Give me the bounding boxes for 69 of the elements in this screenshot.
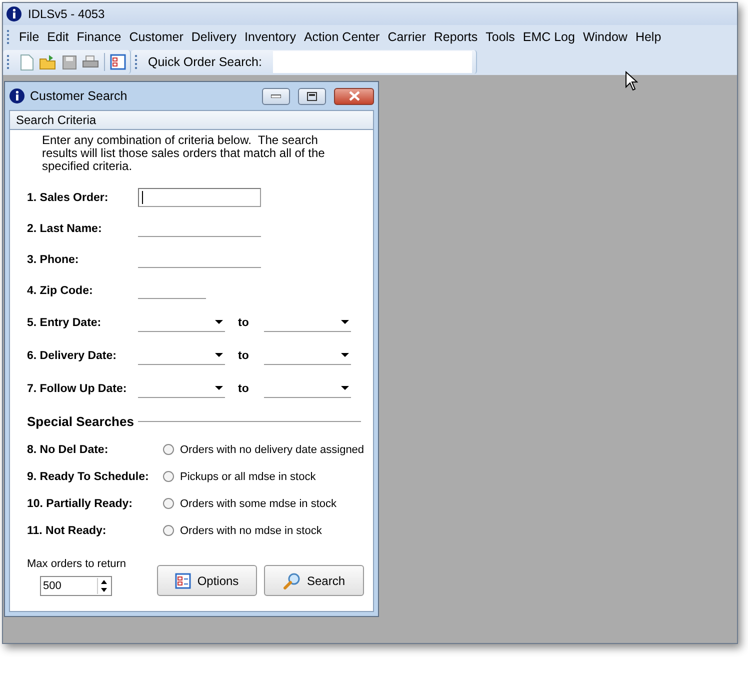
option-label: Pickups or all mdse in stock (180, 470, 316, 482)
radio-button[interactable] (163, 444, 174, 455)
to-label: to (237, 350, 250, 362)
minimize-button[interactable] (262, 88, 290, 104)
checklist-icon[interactable] (110, 54, 126, 70)
field-label: 8. No Del Date: (27, 444, 110, 456)
menu-item[interactable]: Edit (43, 30, 73, 44)
to-label: to (237, 316, 250, 328)
printer-icon[interactable] (82, 54, 99, 70)
radio-button[interactable] (163, 525, 174, 536)
info-icon (6, 6, 22, 22)
menu-item[interactable]: Inventory (240, 30, 300, 44)
menu-item[interactable]: Window (578, 30, 632, 44)
menu-item[interactable]: Reports (430, 30, 482, 44)
field-label: 4. Zip Code: (27, 284, 94, 296)
close-button[interactable] (334, 88, 374, 104)
folder-icon[interactable] (39, 54, 57, 70)
minimize-icon (271, 94, 281, 98)
maximize-button[interactable] (298, 88, 326, 104)
search-button[interactable]: Search (264, 565, 364, 596)
section-heading: Special Searches (27, 414, 134, 429)
dialog-title: Customer Search (30, 89, 128, 103)
field-label: 3. Phone: (27, 254, 80, 266)
max-orders-label: Max orders to return (27, 558, 128, 570)
save-icon[interactable] (62, 54, 77, 70)
radio-button[interactable] (163, 471, 174, 482)
menu-item[interactable]: Customer (125, 30, 188, 44)
field-label: 11. Not Ready: (27, 524, 108, 536)
option-label: Orders with no mdse in stock (180, 524, 322, 536)
section-header: Search Criteria (10, 111, 373, 130)
menu-item[interactable]: Finance (72, 30, 126, 44)
checklist-icon (175, 572, 192, 588)
dropdown-arrow-icon[interactable] (215, 386, 223, 390)
dropdown-arrow-icon[interactable] (215, 320, 223, 324)
number-spinner[interactable]: 500 (40, 576, 112, 596)
menu-item[interactable]: Delivery (187, 30, 241, 44)
menu-item[interactable]: Carrier (384, 30, 430, 44)
search-icon (282, 572, 301, 590)
field-label: 2. Last Name: (27, 222, 103, 234)
radio-button[interactable] (163, 498, 174, 509)
info-icon (9, 88, 25, 104)
input-field[interactable] (138, 188, 261, 207)
field-label: 9. Ready To Schedule: (27, 470, 150, 482)
menu-item[interactable]: Help (631, 30, 666, 44)
option-label: Orders with some mdse in stock (180, 498, 336, 510)
quick-search-label: Quick Order Search: (148, 55, 262, 69)
field-label: 10. Partially Ready: (27, 498, 134, 510)
dropdown-arrow-icon[interactable] (341, 386, 349, 390)
close-icon (348, 91, 360, 101)
dropdown-arrow-icon[interactable] (215, 353, 223, 357)
quick-search-field[interactable] (272, 51, 472, 73)
menu-item[interactable]: File (15, 30, 44, 44)
option-label: Orders with no delivery date assigned (180, 444, 364, 456)
field-label: 1. Sales Order: (27, 192, 110, 204)
maximize-icon (307, 92, 317, 100)
field-label: 5. Entry Date: (27, 316, 102, 328)
field-label: 7. Follow Up Date: (27, 382, 128, 394)
instructions-text: Enter any combination of criteria below. The search results will list those sales orders that match all of the specified criteria. (42, 134, 326, 173)
to-label: to (237, 382, 250, 394)
menu-item[interactable]: Tools (482, 30, 519, 44)
menu-item[interactable]: Action Center (300, 30, 384, 44)
dropdown-arrow-icon[interactable] (341, 320, 349, 324)
mouse-cursor-icon (625, 71, 638, 91)
field-label: 6. Delivery Date: (27, 350, 118, 362)
window-title: IDLSv5 - 4053 (28, 7, 105, 21)
options-button[interactable]: Options (157, 565, 257, 596)
new-document-icon[interactable] (20, 54, 34, 70)
dropdown-arrow-icon[interactable] (341, 353, 349, 357)
menu-item[interactable]: EMC Log (518, 30, 579, 44)
